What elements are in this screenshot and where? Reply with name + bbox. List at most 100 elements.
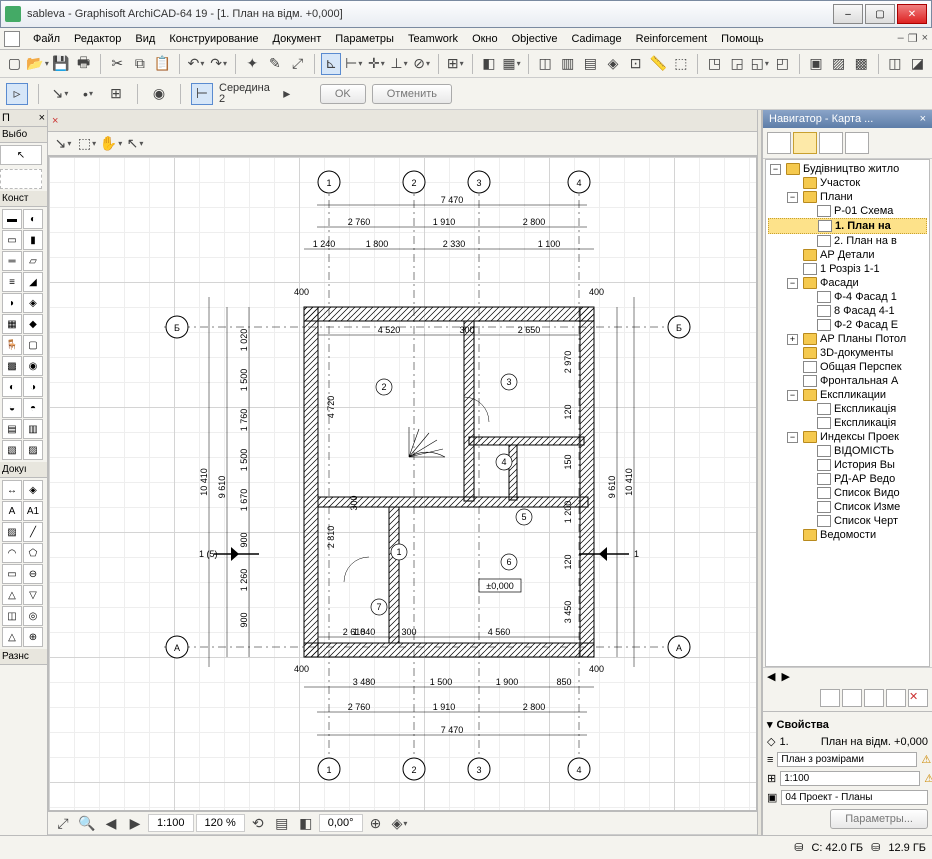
tree-item[interactable]: 1 Розріз 1-1 xyxy=(768,262,927,276)
ok-button[interactable]: OK xyxy=(320,84,366,104)
marquee-tool[interactable] xyxy=(0,169,42,189)
section-tool[interactable]: ⊖ xyxy=(23,564,43,584)
curtain-tool[interactable]: ▦ xyxy=(2,314,22,334)
fill-tool[interactable]: ▨ xyxy=(2,522,22,542)
menu-teamwork[interactable]: Teamwork xyxy=(401,31,465,47)
mt-4[interactable]: ↖ xyxy=(124,133,146,155)
text-tool[interactable]: A xyxy=(2,501,22,521)
tree-root[interactable]: − Будівництво житло xyxy=(768,162,927,176)
tree-item[interactable]: Список Черт xyxy=(768,514,927,528)
nav-btn-4[interactable] xyxy=(886,689,906,707)
wall-tool[interactable]: ▬ xyxy=(2,209,22,229)
orient-button[interactable]: ⟲ xyxy=(247,812,269,834)
t1-i[interactable]: ◲ xyxy=(727,53,748,75)
pick-button[interactable]: ✦ xyxy=(242,53,263,75)
shell-tool[interactable]: ◗ xyxy=(2,293,22,313)
window-tool[interactable]: ▭ xyxy=(2,230,22,250)
t1-e[interactable]: ⊡ xyxy=(625,53,646,75)
t1-l[interactable]: ▣ xyxy=(806,53,827,75)
snap-tan-button[interactable]: ⊘ xyxy=(411,53,432,75)
t1-o[interactable]: ◫ xyxy=(885,53,906,75)
vb-b[interactable]: ◧ xyxy=(295,812,317,834)
prop-layout[interactable] xyxy=(777,752,917,767)
tree-item[interactable]: Експликація xyxy=(768,402,927,416)
cancel-button[interactable]: Отменить xyxy=(372,84,452,104)
detail-tool[interactable]: ◎ xyxy=(23,606,43,626)
angle-field[interactable]: 0,00° xyxy=(319,814,363,832)
drawing-canvas[interactable]: 1234 1234 Б Б А А xyxy=(48,156,757,811)
t1-j[interactable]: ◱ xyxy=(749,53,770,75)
tree-item[interactable]: РД-АР Ведо xyxy=(768,472,927,486)
stair-tool[interactable]: ≡ xyxy=(2,272,22,292)
label-tool[interactable]: A1 xyxy=(23,501,43,521)
t-extra7[interactable]: ▧ xyxy=(2,440,22,460)
tree-item[interactable]: 3D-документы xyxy=(768,346,927,360)
dim-tool[interactable]: ↔ xyxy=(2,480,22,500)
layer-button[interactable]: ◧ xyxy=(479,53,500,75)
menu-reinforcement[interactable]: Reinforcement xyxy=(629,31,715,47)
t1-a[interactable]: ◫ xyxy=(535,53,556,75)
pen-button[interactable]: ✎ xyxy=(265,53,286,75)
tree-item[interactable]: −Плани xyxy=(768,190,927,204)
mdi-minimize-icon[interactable]: – xyxy=(898,32,904,45)
tree-item[interactable]: 8 Фасад 4-1 xyxy=(768,304,927,318)
t-extra6[interactable]: ▥ xyxy=(23,419,43,439)
nav-btn-3[interactable] xyxy=(864,689,884,707)
zone-tool[interactable]: ▢ xyxy=(23,335,43,355)
tree-item[interactable]: −Фасади xyxy=(768,276,927,290)
undo-button[interactable]: ↶ xyxy=(186,53,207,75)
beam-tool[interactable]: ═ xyxy=(2,251,22,271)
door-tool[interactable]: ◐ xyxy=(23,209,43,229)
tree-item[interactable]: Ф-4 Фасад 1 xyxy=(768,290,927,304)
t-extra1[interactable]: ◐ xyxy=(2,377,22,397)
t-extra4[interactable]: ◓ xyxy=(23,398,43,418)
nav-tab-layout[interactable] xyxy=(819,132,843,154)
worksheet-tool[interactable]: ◫ xyxy=(2,606,22,626)
t1-m[interactable]: ▨ xyxy=(828,53,849,75)
mesh-tool[interactable]: ▩ xyxy=(2,356,22,376)
trace-button[interactable]: ▦ xyxy=(501,53,522,75)
level-tool[interactable]: ◈ xyxy=(23,480,43,500)
t1-g[interactable]: ⬚ xyxy=(671,53,692,75)
tree-item[interactable]: Список Изме xyxy=(768,500,927,514)
redo-button[interactable]: ↷ xyxy=(208,53,229,75)
params-button[interactable]: Параметры... xyxy=(830,809,928,829)
morph-tool[interactable]: ◆ xyxy=(23,314,43,334)
tree-item[interactable]: Ф-2 Фасад Е xyxy=(768,318,927,332)
column-tool[interactable]: ▮ xyxy=(23,230,43,250)
print-button[interactable]: 🖶 xyxy=(73,53,94,75)
save-button[interactable]: 💾 xyxy=(51,53,72,75)
tree-item[interactable]: −Експликации xyxy=(768,388,927,402)
mt-2[interactable]: ⬚ xyxy=(76,133,98,155)
tree-item[interactable]: Участок xyxy=(768,176,927,190)
menu-objective[interactable]: Objective xyxy=(505,31,565,47)
t1-h[interactable]: ◳ xyxy=(704,53,725,75)
roof-tool[interactable]: ◢ xyxy=(23,272,43,292)
cut-button[interactable]: ✂ xyxy=(107,53,128,75)
open-button[interactable]: 📂 xyxy=(27,53,49,75)
paste-button[interactable]: 📋 xyxy=(152,53,173,75)
close-button[interactable]: ✕ xyxy=(897,4,927,24)
change-tool[interactable]: △ xyxy=(2,627,22,647)
navigator-tree[interactable]: − Будівництво житло Участок−ПланиР-01 Сх… xyxy=(765,159,930,667)
zoom-pct-field[interactable]: 120 % xyxy=(196,814,245,832)
mt-1[interactable]: ↘ xyxy=(52,133,74,155)
lamp-tool[interactable]: ◉ xyxy=(23,356,43,376)
tree-item[interactable]: 2. План на в xyxy=(768,234,927,248)
tree-item[interactable]: История Вы xyxy=(768,458,927,472)
tree-item[interactable]: АР Детали xyxy=(768,248,927,262)
mdi-close-icon[interactable]: × xyxy=(922,32,928,45)
object-tool[interactable]: 🪑 xyxy=(2,335,22,355)
nav-scroll-right[interactable]: ▶ xyxy=(781,670,789,683)
copy-button[interactable]: ⧉ xyxy=(130,53,151,75)
input-grid-button[interactable]: ⊞ xyxy=(105,83,127,105)
toolbox-close-icon[interactable]: × xyxy=(39,112,45,124)
t1-n[interactable]: ▩ xyxy=(851,53,872,75)
snap-mid-button[interactable]: ⊢ xyxy=(343,53,364,75)
prop-scale[interactable] xyxy=(780,771,920,786)
mdi-restore-icon[interactable]: ❐ xyxy=(908,32,918,45)
menu-редактор[interactable]: Редактор xyxy=(67,31,128,47)
eyedrop-button[interactable]: ⤢ xyxy=(287,53,308,75)
t-extra2[interactable]: ◑ xyxy=(23,377,43,397)
t1-c[interactable]: ▤ xyxy=(580,53,601,75)
